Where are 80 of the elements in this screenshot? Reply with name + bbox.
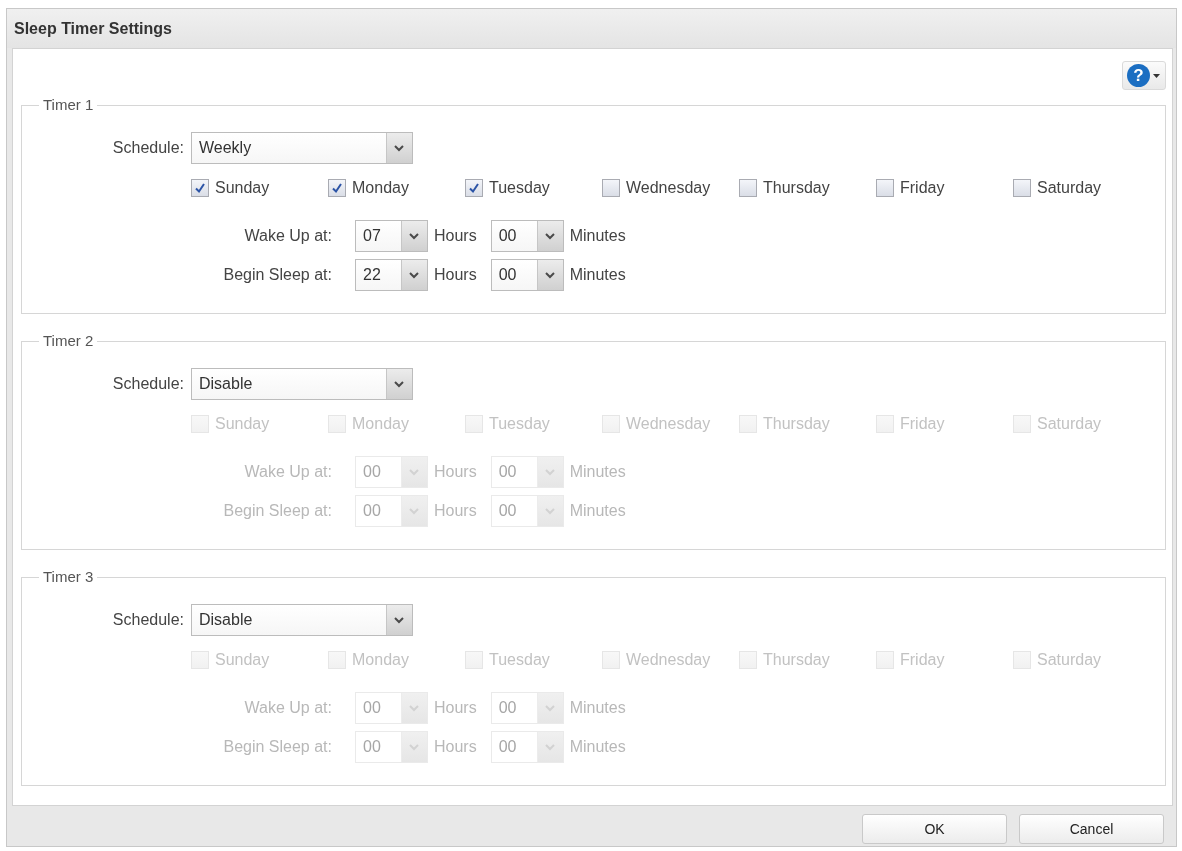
group-title: Timer 1 — [42, 96, 95, 114]
unit-label: Minutes — [569, 463, 626, 481]
checkbox-label: Monday — [352, 179, 409, 197]
unit-label: Minutes — [569, 502, 626, 520]
chevron-down-icon — [401, 260, 427, 290]
chevron-down-icon — [536, 260, 563, 290]
checkbox[interactable] — [602, 179, 620, 197]
checkbox-label: Sunday — [215, 651, 270, 669]
group-title: Timer 3 — [42, 568, 95, 586]
checkbox-label: Tuesday — [489, 179, 550, 197]
checkbox[interactable] — [876, 179, 894, 197]
help-button[interactable]: ? — [1122, 61, 1166, 90]
field-label: Schedule: — [111, 375, 184, 393]
unit-label: Hours — [434, 738, 477, 756]
cancel-button[interactable]: Cancel — [1019, 814, 1164, 844]
group-title: Timer 2 — [42, 332, 95, 350]
checkbox-label: Friday — [900, 415, 945, 433]
checkbox-label: Wednesday — [626, 179, 711, 197]
chevron-down-icon — [401, 457, 427, 487]
chevron-down-icon — [386, 133, 412, 163]
checkbox-label: Sunday — [215, 179, 270, 197]
checkbox-label: Thursday — [763, 179, 830, 197]
chevron-down-icon — [386, 605, 412, 635]
chevron-down-icon — [536, 732, 563, 762]
unit-label: Minutes — [569, 227, 626, 245]
hours-dropdown[interactable]: 22 — [355, 259, 428, 291]
field-label: Wake Up at: — [243, 699, 332, 717]
field-label: Schedule: — [111, 611, 184, 629]
field-label: Wake Up at: — [243, 463, 332, 481]
field-label: Begin Sleep at: — [222, 738, 332, 756]
chevron-down-icon — [401, 732, 427, 762]
help-icon: ? — [1127, 64, 1150, 87]
checkbox-label: Thursday — [763, 415, 830, 433]
unit-label: Minutes — [569, 266, 626, 284]
checkbox-label: Tuesday — [489, 651, 550, 669]
chevron-down-icon — [536, 693, 563, 723]
checkbox-label: Saturday — [1037, 651, 1102, 669]
dialog-title: Sleep Timer Settings — [14, 19, 172, 38]
checkbox[interactable] — [191, 179, 209, 197]
checkbox-label: Monday — [352, 415, 409, 433]
unit-label: Hours — [434, 266, 477, 284]
unit-label: Hours — [434, 227, 477, 245]
unit-label: Minutes — [569, 699, 626, 717]
field-label: Begin Sleep at: — [222, 266, 332, 284]
schedule-dropdown[interactable]: Disable — [191, 368, 413, 400]
field-label: Begin Sleep at: — [222, 502, 332, 520]
checkbox[interactable] — [328, 179, 346, 197]
caret-down-icon — [1153, 73, 1160, 78]
checkbox-label: Friday — [900, 179, 945, 197]
unit-label: Hours — [434, 463, 477, 481]
checkbox-label: Wednesday — [626, 651, 711, 669]
unit-label: Hours — [434, 699, 477, 717]
chevron-down-icon — [386, 369, 412, 399]
checkbox[interactable] — [1013, 179, 1031, 197]
field-label: Schedule: — [111, 139, 184, 157]
schedule-dropdown[interactable]: Weekly — [191, 132, 413, 164]
checkbox[interactable] — [465, 179, 483, 197]
ok-button[interactable]: OK — [862, 814, 1007, 844]
checkbox-label: Wednesday — [626, 415, 711, 433]
chevron-down-icon — [536, 221, 563, 251]
checkbox-label: Tuesday — [489, 415, 550, 433]
minutes-dropdown[interactable]: 00 — [490, 220, 564, 252]
checkbox-label: Saturday — [1037, 179, 1102, 197]
chevron-down-icon — [401, 693, 427, 723]
checkbox-label: Monday — [352, 651, 409, 669]
checkbox[interactable] — [739, 179, 757, 197]
minutes-dropdown[interactable]: 00 — [490, 259, 564, 291]
chevron-down-icon — [536, 457, 563, 487]
checkbox-label: Sunday — [215, 415, 270, 433]
unit-label: Minutes — [569, 738, 626, 756]
checkbox-label: Thursday — [763, 651, 830, 669]
schedule-dropdown[interactable]: Disable — [191, 604, 413, 636]
chevron-down-icon — [401, 496, 427, 526]
unit-label: Hours — [434, 502, 477, 520]
field-label: Wake Up at: — [243, 227, 332, 245]
chevron-down-icon — [401, 221, 427, 251]
checkbox-label: Friday — [900, 651, 945, 669]
checkbox-label: Saturday — [1037, 415, 1102, 433]
hours-dropdown[interactable]: 07 — [355, 220, 428, 252]
chevron-down-icon — [536, 496, 563, 526]
